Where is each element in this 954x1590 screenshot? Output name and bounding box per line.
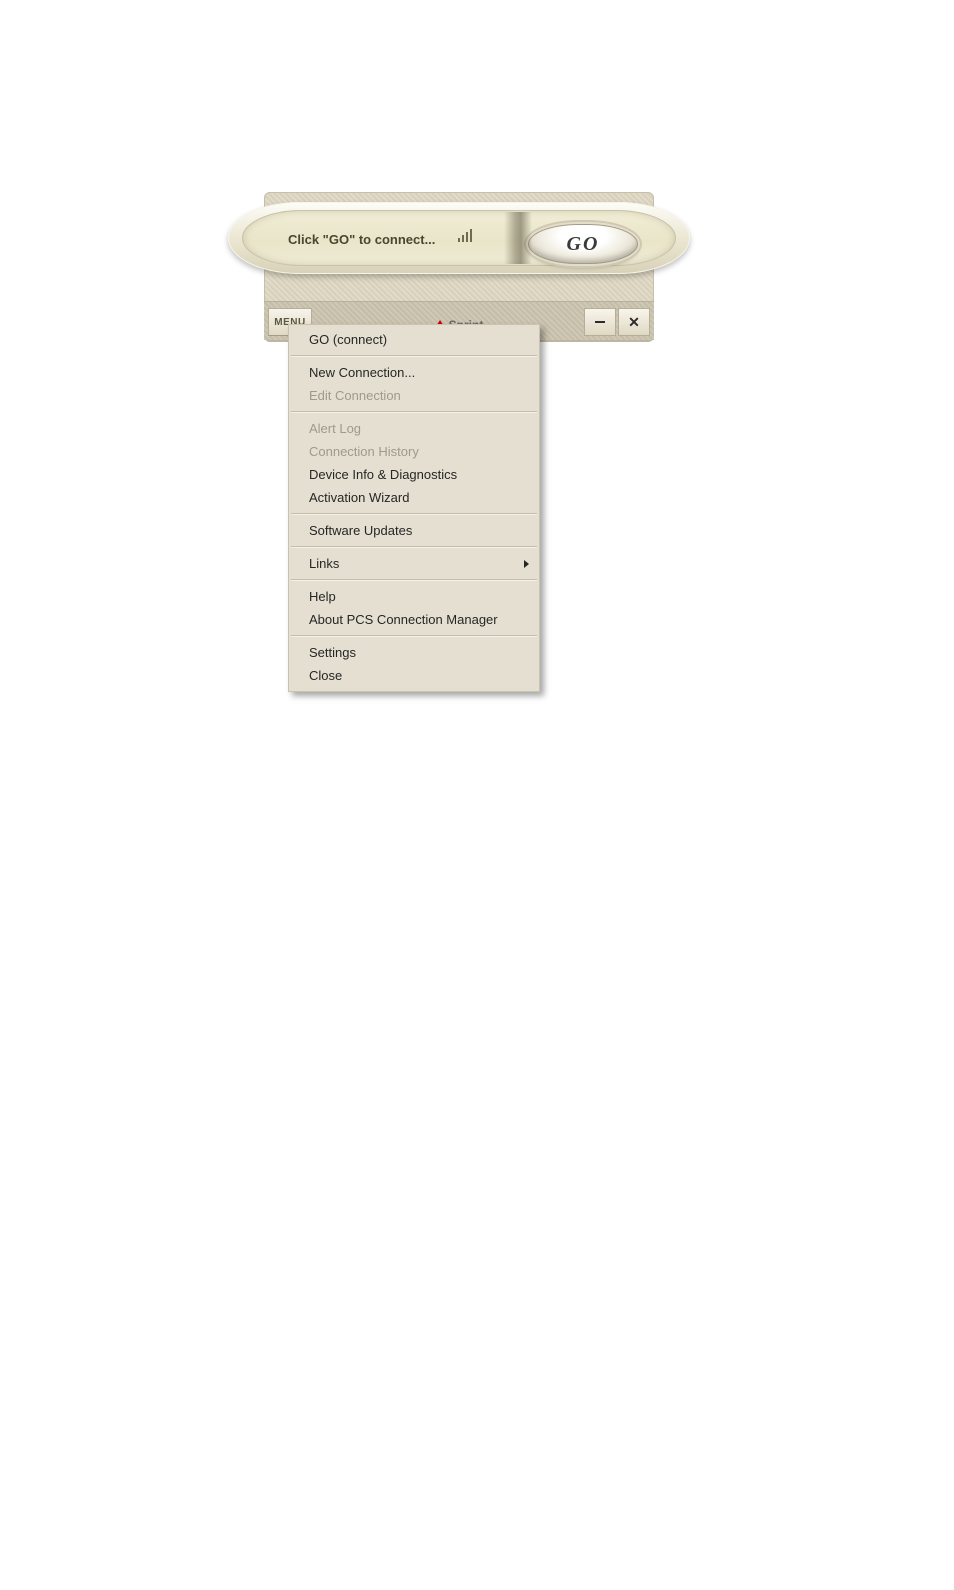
go-button-label: GO: [567, 233, 600, 256]
menu-item-help[interactable]: Help: [289, 585, 539, 608]
menu-separator: [291, 411, 537, 413]
menu-item-settings[interactable]: Settings: [289, 641, 539, 664]
menu-item-device-info-diagnostics[interactable]: Device Info & Diagnostics: [289, 463, 539, 486]
menu-item-label: Device Info & Diagnostics: [309, 467, 457, 482]
connection-manager-window: Click "GO" to connect... GO MENU Sprint: [264, 192, 654, 340]
menu-item-connection-history: Connection History: [289, 440, 539, 463]
menu-item-close[interactable]: Close: [289, 664, 539, 687]
menu-item-label: Close: [309, 668, 342, 683]
menu-item-label: Help: [309, 589, 336, 604]
menu-separator: [291, 355, 537, 357]
menu-item-label: About PCS Connection Manager: [309, 612, 498, 627]
menu-item-label: Edit Connection: [309, 388, 401, 403]
close-button[interactable]: ✕: [618, 308, 650, 336]
submenu-arrow-icon: [524, 560, 529, 568]
menu-item-edit-connection: Edit Connection: [289, 384, 539, 407]
menu-item-label: Alert Log: [309, 421, 361, 436]
display-oval: Click "GO" to connect... GO: [228, 202, 690, 274]
minimize-button[interactable]: [584, 308, 616, 336]
menu-item-label: New Connection...: [309, 365, 415, 380]
menu-item-label: Connection History: [309, 444, 419, 459]
menu-separator: [291, 635, 537, 637]
menu-item-alert-log: Alert Log: [289, 417, 539, 440]
menu-item-about-pcs-connection-manager[interactable]: About PCS Connection Manager: [289, 608, 539, 631]
menu-item-software-updates[interactable]: Software Updates: [289, 519, 539, 542]
menu-item-label: Software Updates: [309, 523, 412, 538]
menu-item-activation-wizard[interactable]: Activation Wizard: [289, 486, 539, 509]
menu-item-label: Activation Wizard: [309, 490, 409, 505]
status-text: Click "GO" to connect...: [288, 232, 435, 247]
menu-separator: [291, 546, 537, 548]
menu-item-label: Settings: [309, 645, 356, 660]
menu-item-label: GO (connect): [309, 332, 387, 347]
menu-item-label: Links: [309, 556, 339, 571]
menu-item-links[interactable]: Links: [289, 552, 539, 575]
minimize-icon: [595, 321, 605, 323]
display-panel: Click "GO" to connect... GO: [242, 210, 676, 266]
menu-separator: [291, 579, 537, 581]
go-button[interactable]: GO: [528, 224, 638, 264]
close-icon: ✕: [628, 315, 640, 329]
signal-icon: [458, 226, 476, 242]
menu-item-go-connect[interactable]: GO (connect): [289, 328, 539, 351]
menu-item-new-connection[interactable]: New Connection...: [289, 361, 539, 384]
main-menu-dropdown[interactable]: GO (connect) New Connection... Edit Connec…: [288, 324, 540, 692]
menu-separator: [291, 513, 537, 515]
